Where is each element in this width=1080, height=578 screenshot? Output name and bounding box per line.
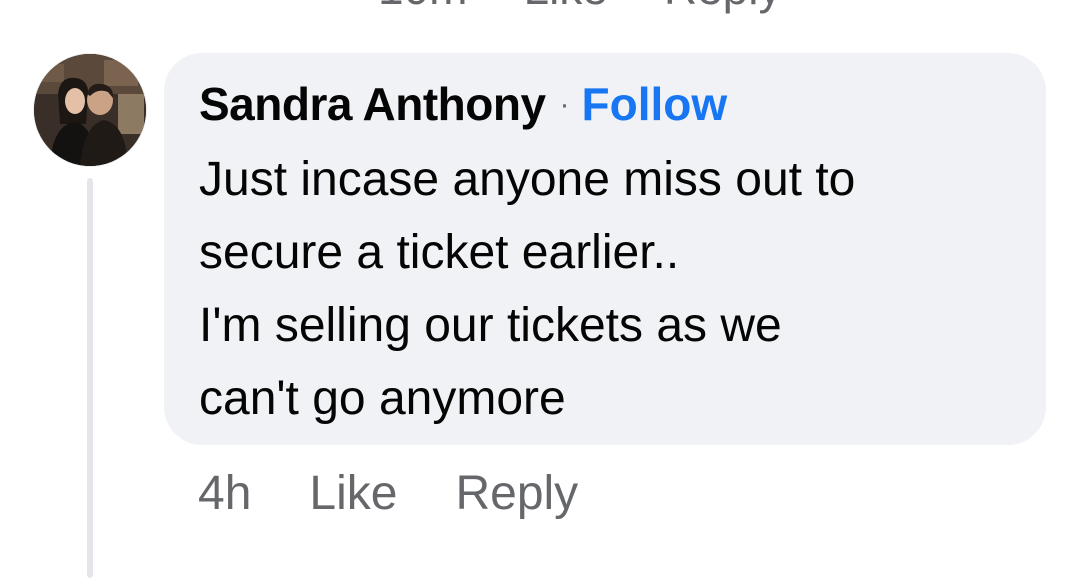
comment-bubble: Sandra Anthony · Follow Just incase anyo… [164,53,1046,445]
thread-line [87,178,93,578]
comment-text: Just incase anyone miss out to secure a … [199,143,1012,435]
comment-text-line: can't go anymore [199,372,566,425]
like-button[interactable]: Like [309,466,397,522]
comment-text-line: Just incase anyone miss out to [199,153,856,206]
previous-comment-actions: 10m Like Reply [378,0,781,12]
reply-button[interactable]: Reply [455,466,578,522]
separator-dot: · [559,88,570,121]
previous-comment-like-button[interactable]: Like [523,0,607,12]
profile-photo-icon [34,54,146,166]
author-name[interactable]: Sandra Anthony [199,73,546,135]
comment-time[interactable]: 4h [198,466,251,522]
previous-comment-time: 10m [378,0,467,12]
previous-comment-reply-button[interactable]: Reply [664,0,782,12]
comment-text-line: I'm selling our tickets as we [199,299,782,352]
comment-actions: 4h Like Reply [198,466,578,522]
avatar[interactable] [34,54,146,166]
follow-button[interactable]: Follow [582,73,728,135]
comment-text-line: secure a ticket earlier.. [199,226,680,279]
comment-header: Sandra Anthony · Follow [199,73,1012,135]
